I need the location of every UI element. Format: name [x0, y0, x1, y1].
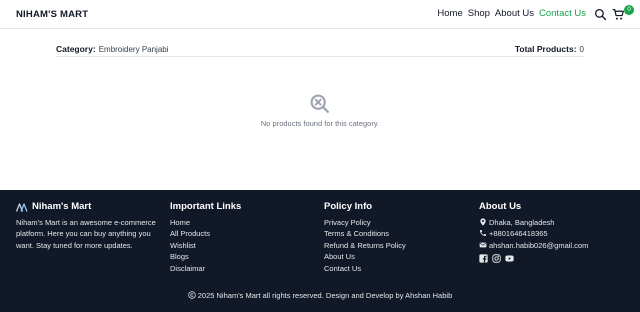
category-value: Embroidery Panjabi [98, 45, 169, 54]
footer-link-home[interactable]: Home [170, 217, 241, 228]
category-bar: Category: Embroidery Panjabi Total Produc… [56, 44, 584, 57]
nav-home-link[interactable]: Home [437, 8, 462, 19]
cart-count-badge: 0 [624, 5, 634, 15]
envelope-icon [479, 242, 487, 248]
category-label: Category: [56, 44, 96, 54]
facebook-icon[interactable] [479, 254, 488, 263]
footer-phone-text[interactable]: +8801646418365 [489, 229, 548, 238]
copyright-text: 2025 Niham's Mart all rights reserved. D… [197, 291, 453, 300]
policy-info-title: Policy Info [324, 201, 373, 212]
youtube-icon[interactable] [505, 254, 514, 263]
phone-icon [480, 230, 486, 237]
footer-email-text[interactable]: ahshan.habib026@gmail.com [489, 241, 588, 250]
footer-brand: Niham's Mart [16, 201, 156, 213]
total-products-info: Total Products: 0 [515, 44, 584, 54]
about-us-title: About Us [479, 201, 522, 212]
site-header: NIHAM'S MART Home Shop About Us Contact … [0, 0, 640, 29]
footer-phone: +8801646418365 [479, 228, 588, 239]
main-nav: Home Shop About Us Contact Us [437, 8, 586, 19]
footer-link-disclaimer[interactable]: Disclaimar [170, 263, 241, 274]
footer-link-refund-policy[interactable]: Refund & Returns Policy [324, 240, 406, 251]
footer-about-us: About Us Dhaka, Bangladesh +880164641836… [479, 201, 588, 263]
footer-brand-title: Niham's Mart [32, 201, 92, 212]
nav-about-link[interactable]: About Us [495, 8, 534, 19]
brand-logo-icon [16, 202, 28, 212]
brand-logo-text[interactable]: NIHAM'S MART [16, 9, 88, 20]
search-x-icon [310, 94, 329, 113]
copyright-notice: 2025 Niham's Mart all rights reserved. D… [0, 291, 640, 300]
empty-state-message: No products found for this category. [260, 119, 380, 128]
important-links-title: Important Links [170, 201, 242, 212]
total-products-label: Total Products: [514, 44, 577, 54]
copyright-icon [188, 291, 196, 299]
category-info: Category: Embroidery Panjabi [56, 44, 169, 54]
site-footer: Niham's Mart Niham's Mart is an awesome … [0, 190, 640, 312]
social-links [479, 254, 588, 263]
footer-link-all-products[interactable]: All Products [170, 228, 241, 239]
footer-about-column: Niham's Mart Niham's Mart is an awesome … [16, 201, 156, 251]
footer-link-privacy-policy[interactable]: Privacy Policy [324, 217, 406, 228]
footer-important-links: Important Links Home All Products Wishli… [170, 201, 241, 274]
footer-description: Niham's Mart is an awesome e-commerce pl… [16, 218, 156, 250]
footer-link-blogs[interactable]: Blogs [170, 251, 241, 262]
location-pin-icon [480, 218, 486, 226]
instagram-icon[interactable] [492, 254, 501, 263]
total-products-value: 0 [579, 45, 584, 54]
footer-location: Dhaka, Bangladesh [479, 217, 588, 228]
footer-link-terms[interactable]: Terms & Conditions [324, 228, 406, 239]
nav-contact-link[interactable]: Contact Us [539, 8, 586, 19]
search-icon[interactable] [594, 8, 607, 21]
footer-link-contact-us[interactable]: Contact Us [324, 263, 406, 274]
nav-shop-link[interactable]: Shop [468, 8, 490, 19]
footer-email: ahshan.habib026@gmail.com [479, 240, 588, 251]
footer-link-about-us[interactable]: About Us [324, 251, 406, 262]
footer-policy-info: Policy Info Privacy Policy Terms & Condi… [324, 201, 406, 274]
footer-link-wishlist[interactable]: Wishlist [170, 240, 241, 251]
footer-location-text: Dhaka, Bangladesh [489, 218, 555, 227]
